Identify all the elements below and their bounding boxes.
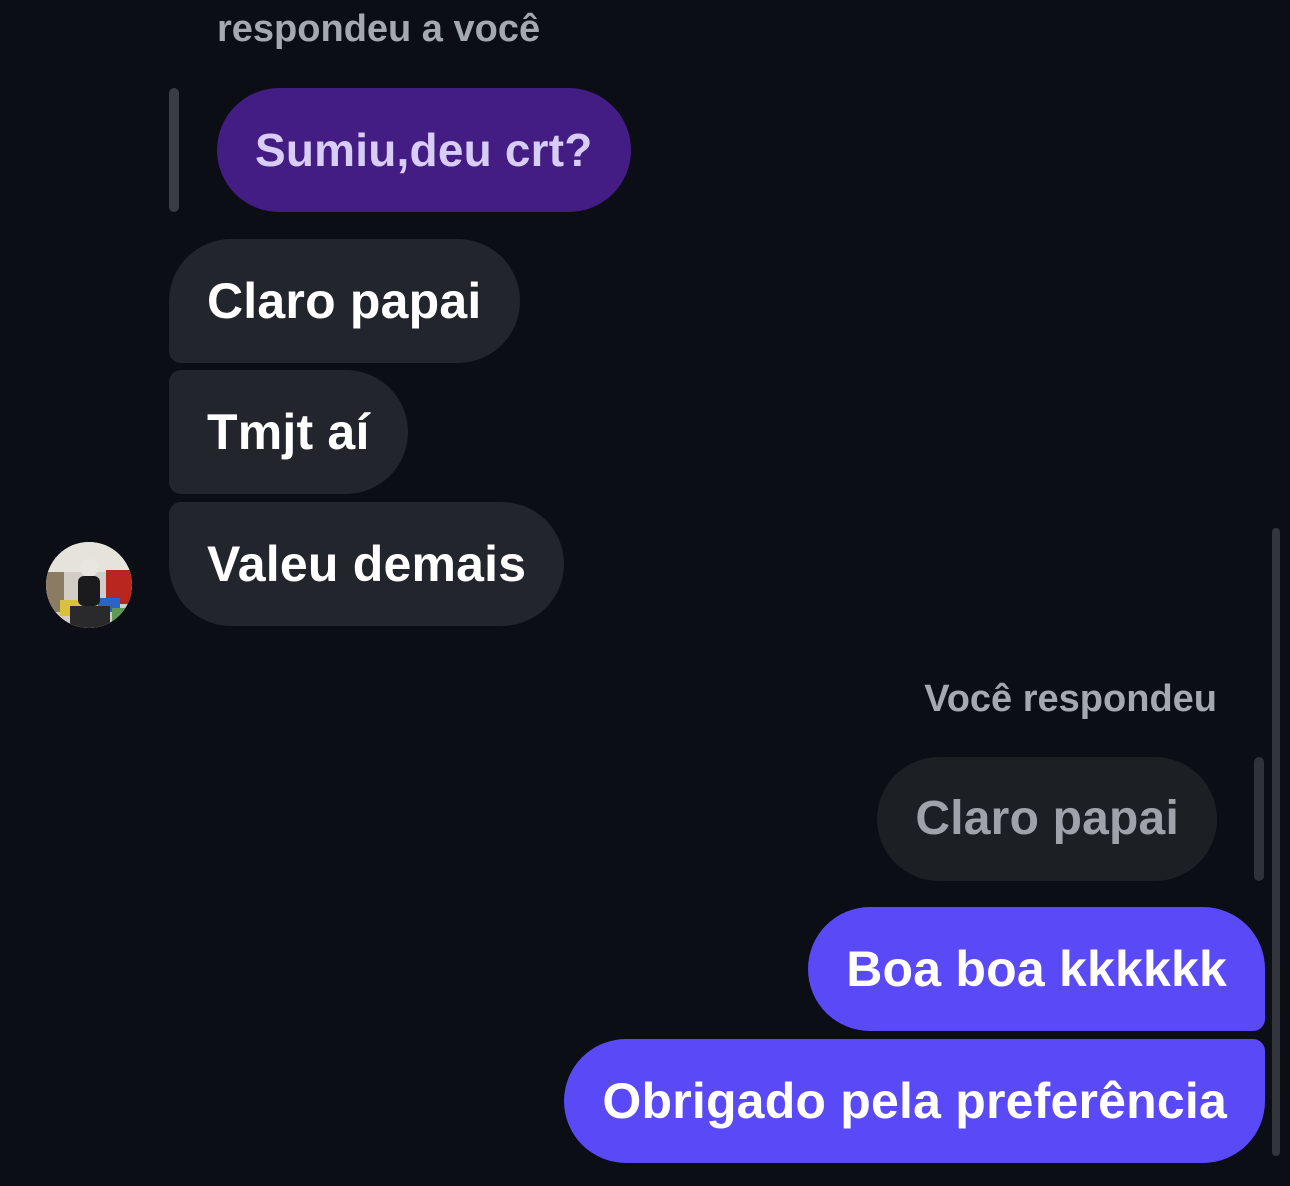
quoted-message-text: Sumiu,deu crt? [255,124,593,176]
message-text: Claro papai [207,273,482,329]
message-text: Obrigado pela preferência [602,1073,1227,1129]
quoted-message-text: Claro papai [915,792,1179,845]
outgoing-message-bubble[interactable]: Boa boa kkkkkk [808,907,1265,1031]
reply-caption-theirs: respondeu a você [217,8,541,50]
message-text: Valeu demais [207,536,527,592]
message-thread: respondeu a você Sumiu,deu crt? Claro pa… [0,0,1290,1186]
scrollbar[interactable] [1272,528,1280,1156]
reply-indicator-bar [169,88,179,212]
outgoing-message-bubble[interactable]: Obrigado pela preferência [564,1039,1265,1163]
incoming-message-bubble[interactable]: Valeu demais [169,502,565,626]
reply-indicator-bar-mine [1254,757,1264,881]
quoted-message-theirs[interactable]: Sumiu,deu crt? [217,88,631,212]
incoming-message-bubble[interactable]: Tmjt aí [169,370,408,494]
reply-caption-mine: Você respondeu [924,678,1217,720]
profile-photo-icon [46,542,132,628]
message-text: Boa boa kkkkkk [846,941,1227,997]
quoted-message-mine[interactable]: Claro papai [877,757,1217,881]
message-text: Tmjt aí [207,404,370,460]
sender-avatar[interactable] [46,542,132,628]
incoming-message-bubble[interactable]: Claro papai [169,239,520,363]
